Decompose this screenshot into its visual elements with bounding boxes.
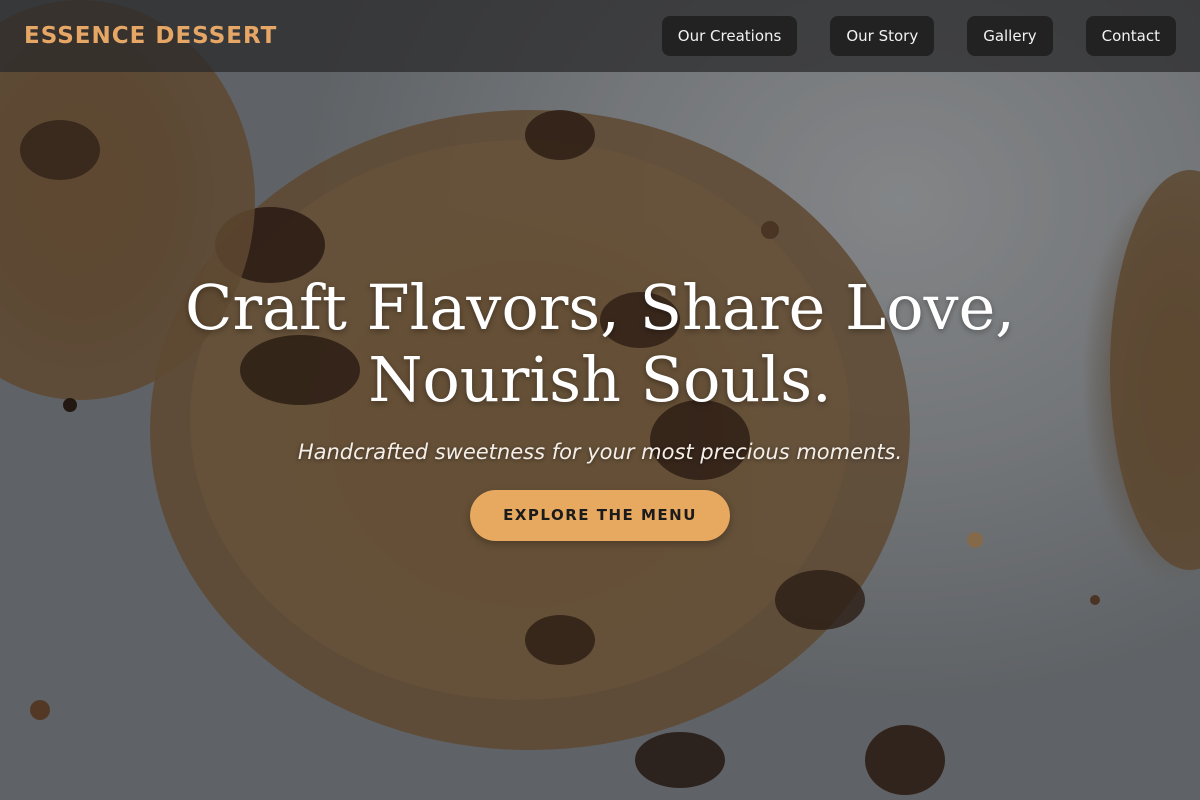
hero-subtitle: Handcrafted sweetness for your most prec…: [297, 440, 903, 464]
hero-section: Craft Flavors, Share Love, Nourish Souls…: [0, 0, 1200, 800]
hero-headline-line-2: Nourish Souls.: [368, 343, 832, 416]
nav-item-contact[interactable]: Contact: [1085, 16, 1176, 56]
hero-headline: Craft Flavors, Share Love, Nourish Souls…: [100, 272, 1100, 416]
landing-page: ESSENCE DESSERT Our Creations Our Story …: [0, 0, 1200, 800]
nav-item-our-creations[interactable]: Our Creations: [661, 16, 798, 56]
hero-headline-line-1: Craft Flavors, Share Love,: [185, 271, 1015, 344]
nav-item-gallery[interactable]: Gallery: [967, 16, 1053, 56]
explore-menu-button[interactable]: EXPLORE THE MENU: [470, 490, 730, 541]
top-navbar: ESSENCE DESSERT Our Creations Our Story …: [0, 0, 1200, 72]
nav-item-our-story[interactable]: Our Story: [830, 16, 935, 56]
nav-links: Our Creations Our Story Gallery Contact: [661, 16, 1176, 56]
brand-logo-text[interactable]: ESSENCE DESSERT: [24, 23, 277, 49]
